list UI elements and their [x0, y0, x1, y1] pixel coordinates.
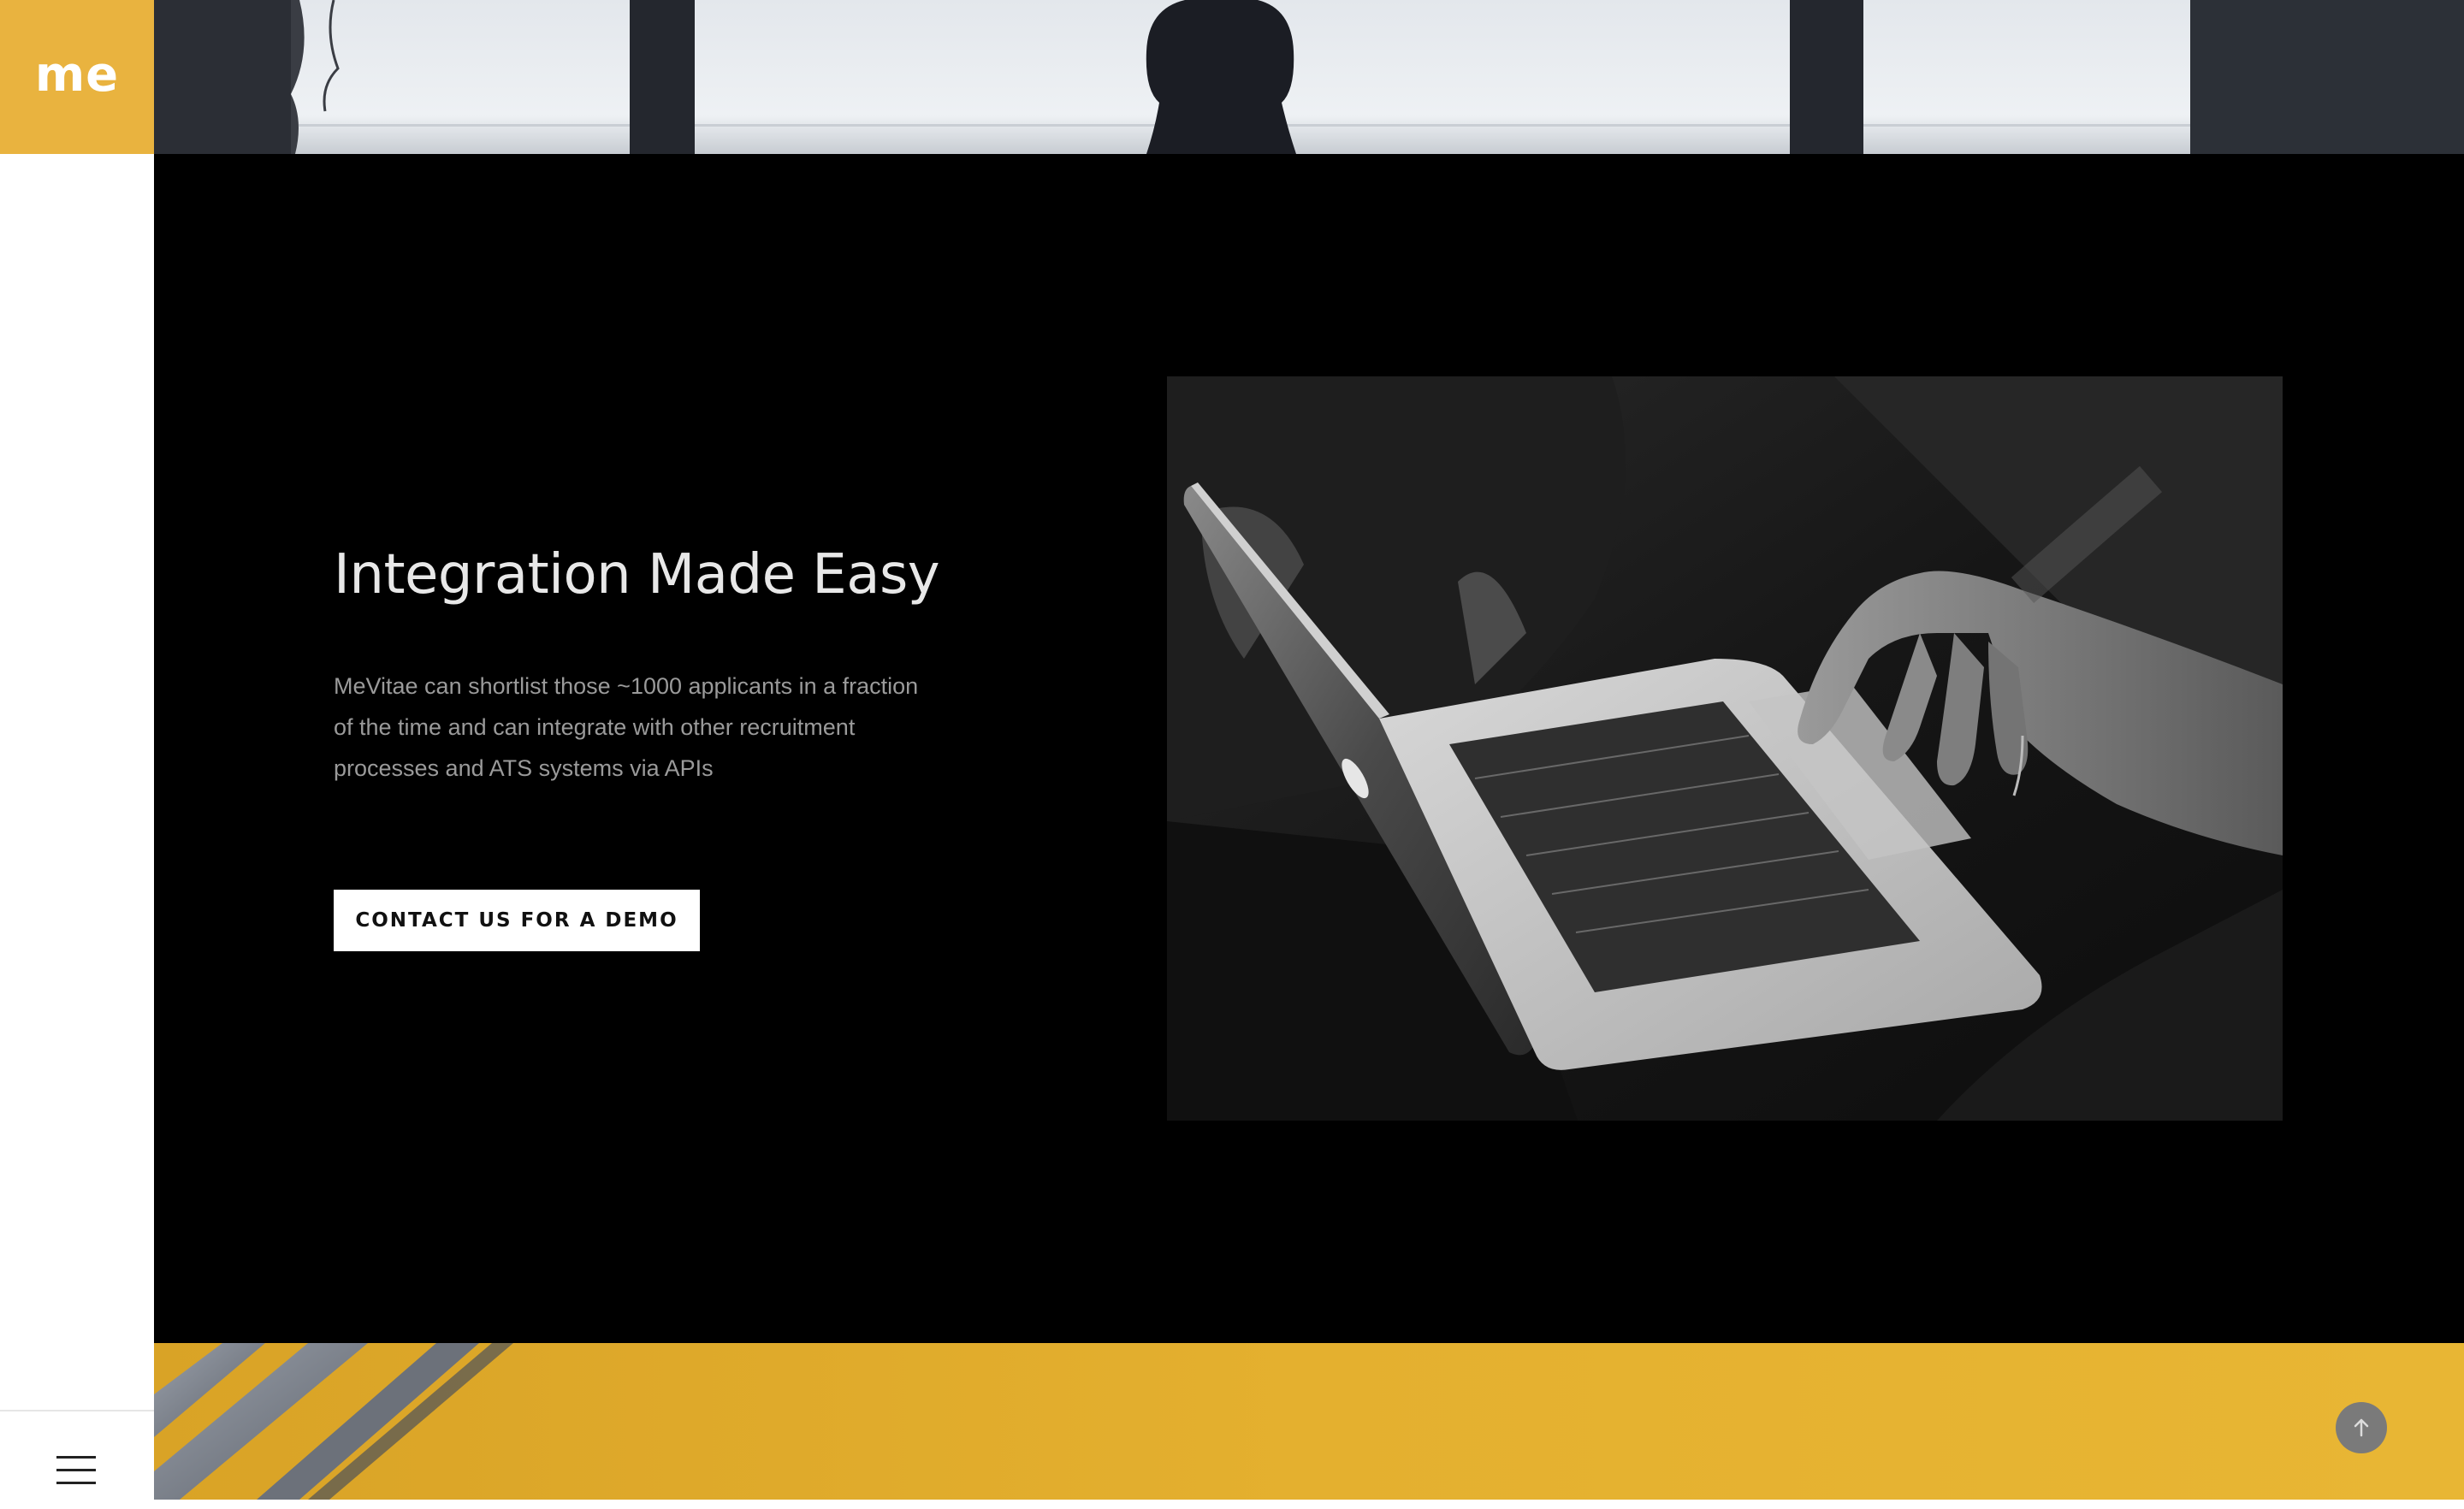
sidebar-divider	[0, 1410, 154, 1411]
sidebar: me	[0, 0, 154, 1509]
page: me Integration Made Easy MeVitae can sho…	[0, 0, 2464, 1509]
hero-section: Integration Made Easy MeVitae can shortl…	[154, 154, 2464, 1343]
pencils-on-yellow-image	[154, 1343, 513, 1500]
menu-line	[56, 1456, 96, 1459]
contact-demo-button[interactable]: CONTACT US FOR A DEMO	[334, 890, 700, 951]
window-silhouette-image	[154, 0, 2464, 154]
menu-line	[56, 1482, 96, 1484]
laptop-photo	[1167, 376, 2283, 1121]
hamburger-menu-icon[interactable]	[53, 1453, 101, 1490]
logo[interactable]: me	[0, 0, 154, 154]
top-banner-image	[154, 0, 2464, 154]
menu-line	[56, 1469, 96, 1471]
bottom-banner-image	[154, 1343, 2464, 1500]
arrow-up-icon[interactable]	[2336, 1402, 2387, 1453]
hero-description: MeVitae can shortlist those ~1000 applic…	[334, 673, 919, 781]
hero-title: Integration Made Easy	[334, 543, 940, 607]
laptop-hands-image	[1167, 376, 2283, 1121]
arrow-up-glyph	[2354, 1418, 2369, 1437]
